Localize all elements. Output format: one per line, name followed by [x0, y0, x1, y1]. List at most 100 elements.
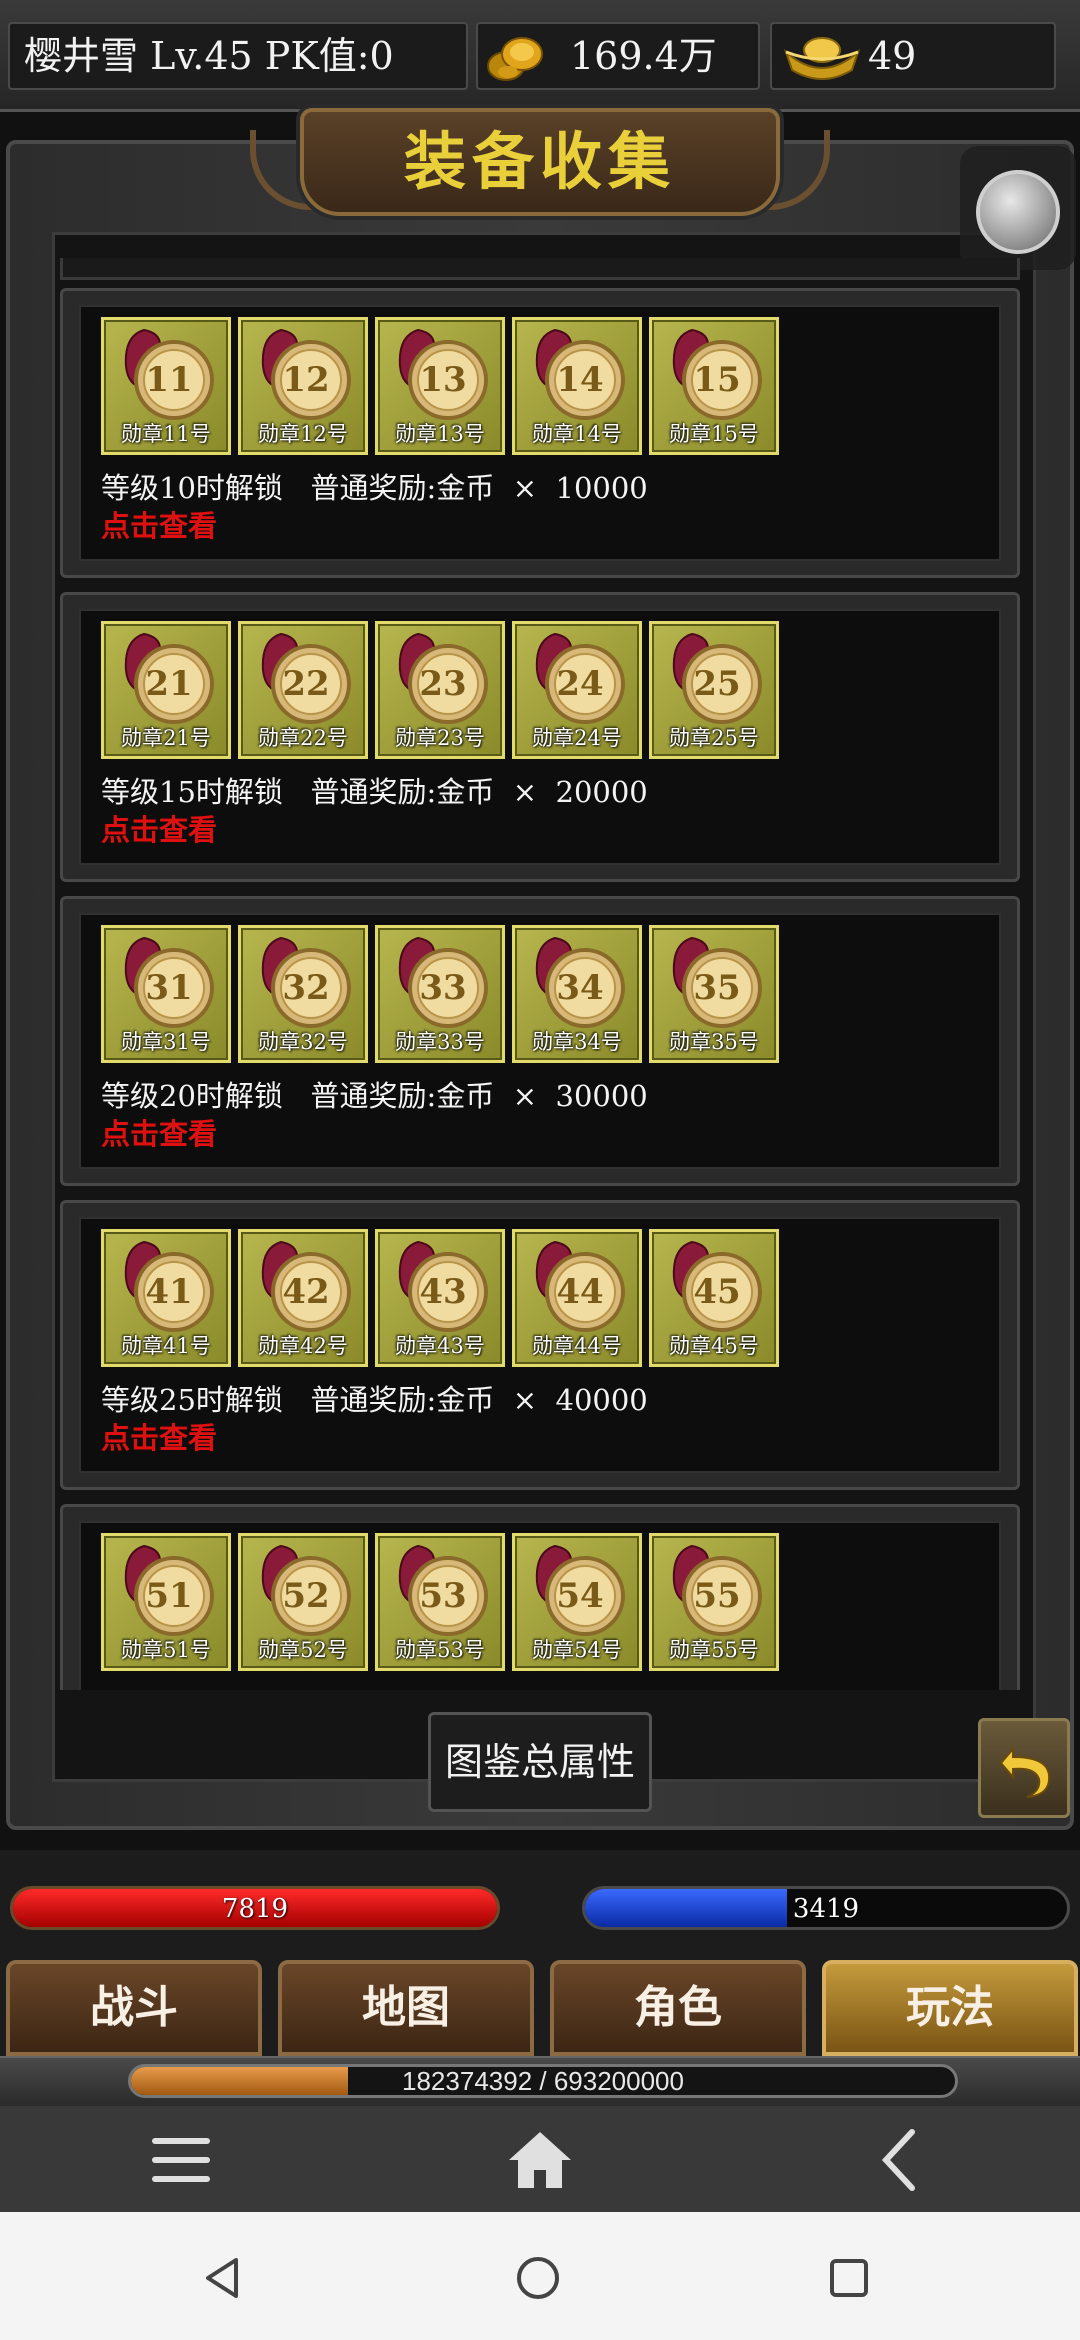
nav-back-icon[interactable]: [200, 2254, 248, 2302]
medal-label: 勋章32号: [258, 1030, 348, 1054]
medal-slot[interactable]: 52 勋章52号: [238, 1533, 368, 1671]
browser-toolbar: [0, 2106, 1080, 2212]
medal-number: 41: [145, 1272, 193, 1312]
nav-recents-icon[interactable]: [825, 2254, 873, 2302]
medal-number: 35: [693, 968, 741, 1008]
medal-number: 22: [282, 664, 330, 704]
collection-group: 41 勋章41号 42 勋章42号 43 勋章43号 44 勋章44号 45 勋章45号等级25时…: [60, 1200, 1020, 1490]
gold-coin-icon: [487, 37, 543, 81]
tab-gameplay[interactable]: 玩法: [822, 1960, 1078, 2056]
medal-number: 12: [282, 360, 330, 400]
medal-slot[interactable]: 22 勋章22号: [238, 621, 368, 759]
medal-slot[interactable]: 35 勋章35号: [649, 925, 779, 1063]
medal-label: 勋章21号: [121, 726, 211, 750]
floating-ball-button[interactable]: [960, 146, 1076, 270]
medal-label: 勋章45号: [669, 1334, 759, 1358]
medal-number: 55: [693, 1576, 741, 1616]
medal-slot[interactable]: 13 勋章13号: [375, 317, 505, 455]
medal-label: 勋章41号: [121, 1334, 211, 1358]
total-attributes-button[interactable]: 图鉴总属性: [428, 1712, 652, 1812]
xp-value: 182374392 / 693200000: [402, 2066, 684, 2096]
medal-slot[interactable]: 51 勋章51号: [101, 1533, 231, 1671]
collection-group-inner: 11 勋章11号 12 勋章12号 13 勋章13号 14 勋章14号 15 勋章15号 等级10时…: [79, 305, 1001, 561]
medal-slot[interactable]: 15 勋章15号: [649, 317, 779, 455]
xp-bar: 182374392 / 693200000: [128, 2064, 958, 2098]
medal-slot[interactable]: 21 勋章21号: [101, 621, 231, 759]
medal-number: 21: [145, 664, 193, 704]
medal-label: 勋章25号: [669, 726, 759, 750]
title-plate: 装备收集: [300, 108, 780, 216]
collection-group: 51 勋章51号 52 勋章52号 53 勋章53号 54 勋章54号 55 勋章55号: [60, 1504, 1020, 1690]
nav-home-icon[interactable]: [514, 2254, 562, 2302]
view-details-link[interactable]: 点击查看: [101, 807, 217, 849]
medal-slot[interactable]: 55 勋章55号: [649, 1533, 779, 1671]
medal-slot[interactable]: 23 勋章23号: [375, 621, 505, 759]
medal-slot[interactable]: 43 勋章43号: [375, 1229, 505, 1367]
collection-list[interactable]: 11 勋章11号 12 勋章12号 13 勋章13号 14 勋章14号 15 勋章15号 等级10时…: [60, 258, 1020, 1690]
tab-character[interactable]: 角色: [550, 1960, 806, 2056]
medal-slot[interactable]: 42 勋章42号: [238, 1229, 368, 1367]
medal-slot[interactable]: 11 勋章11号: [101, 317, 231, 455]
collection-group: 31 勋章31号 32 勋章32号 33 勋章33号 34 勋章34号 35 勋章35号等级20时…: [60, 896, 1020, 1186]
medal-slot[interactable]: 12 勋章12号: [238, 317, 368, 455]
medal-label: 勋章33号: [395, 1030, 485, 1054]
medal-number: 53: [419, 1576, 467, 1616]
collection-group: 11 勋章11号 12 勋章12号 13 勋章13号 14 勋章14号 15 勋章15号 等级10时…: [60, 288, 1020, 578]
medal-label: 勋章55号: [669, 1638, 759, 1662]
medal-number: 32: [282, 968, 330, 1008]
medal-slot[interactable]: 44 勋章44号: [512, 1229, 642, 1367]
medal-number: 13: [419, 360, 467, 400]
medal-number: 42: [282, 1272, 330, 1312]
medal-label: 勋章54号: [532, 1638, 622, 1662]
medal-slot[interactable]: 45 勋章45号: [649, 1229, 779, 1367]
gold-amount: 169.4万: [570, 34, 717, 78]
medal-number: 45: [693, 1272, 741, 1312]
view-details-link[interactable]: 点击查看: [101, 503, 217, 545]
hp-value: 7819: [221, 1894, 289, 1924]
mp-bar: 3419: [582, 1886, 1070, 1930]
collection-group-inner: 21 勋章21号 22 勋章22号 23 勋章23号 24 勋章24号 25 勋章25号 等级15时…: [79, 609, 1001, 865]
medal-slot[interactable]: 41 勋章41号: [101, 1229, 231, 1367]
floating-ball-icon: [976, 170, 1060, 254]
medal-number: 14: [556, 360, 604, 400]
medal-label: 勋章15号: [669, 422, 759, 446]
return-arrow-icon: [999, 1746, 1051, 1798]
tab-map[interactable]: 地图: [278, 1960, 534, 2056]
medal-slot[interactable]: 31 勋章31号: [101, 925, 231, 1063]
medal-number: 54: [556, 1576, 604, 1616]
menu-icon[interactable]: [146, 2128, 216, 2192]
view-details-link[interactable]: 点击查看: [101, 1111, 217, 1153]
medal-label: 勋章51号: [121, 1638, 211, 1662]
medal-slot[interactable]: 33 勋章33号: [375, 925, 505, 1063]
medal-slot[interactable]: 54 勋章54号: [512, 1533, 642, 1671]
medal-slot[interactable]: 25 勋章25号: [649, 621, 779, 759]
medal-number: 23: [419, 664, 467, 704]
medal-slot[interactable]: 14 勋章14号: [512, 317, 642, 455]
tab-battle[interactable]: 战斗: [6, 1960, 262, 2056]
hp-bar: 7819: [10, 1886, 500, 1930]
medal-slot[interactable]: 34 勋章34号: [512, 925, 642, 1063]
unlock-reward-text: 等级25时解锁 普通奖励:金币 × 40000: [101, 1383, 648, 1417]
ingot-currency: 49: [770, 22, 1056, 90]
medal-label: 勋章42号: [258, 1334, 348, 1358]
back-chevron-icon[interactable]: [868, 2128, 938, 2192]
gold-ingot-icon: [783, 37, 861, 80]
view-details-link[interactable]: 点击查看: [101, 1415, 217, 1457]
medal-slot[interactable]: 24 勋章24号: [512, 621, 642, 759]
medal-label: 勋章35号: [669, 1030, 759, 1054]
collection-group: 21 勋章21号 22 勋章22号 23 勋章23号 24 勋章24号 25 勋章25号 等级15时…: [60, 592, 1020, 882]
home-icon[interactable]: [505, 2128, 575, 2192]
unlock-reward-text: 等级20时解锁 普通奖励:金币 × 30000: [101, 1079, 648, 1113]
medal-slot[interactable]: 32 勋章32号: [238, 925, 368, 1063]
unlock-reward-text: 等级10时解锁 普通奖励:金币 × 10000: [101, 471, 648, 505]
medal-label: 勋章13号: [395, 422, 485, 446]
medal-number: 11: [145, 360, 193, 400]
return-button[interactable]: [978, 1718, 1070, 1818]
gold-currency: 169.4万: [476, 22, 760, 90]
medal-label: 勋章24号: [532, 726, 622, 750]
medal-slot[interactable]: 53 勋章53号: [375, 1533, 505, 1671]
medal-label: 勋章34号: [532, 1030, 622, 1054]
medal-label: 勋章53号: [395, 1638, 485, 1662]
medal-number: 33: [419, 968, 467, 1008]
list-top-edge: [60, 258, 1020, 280]
